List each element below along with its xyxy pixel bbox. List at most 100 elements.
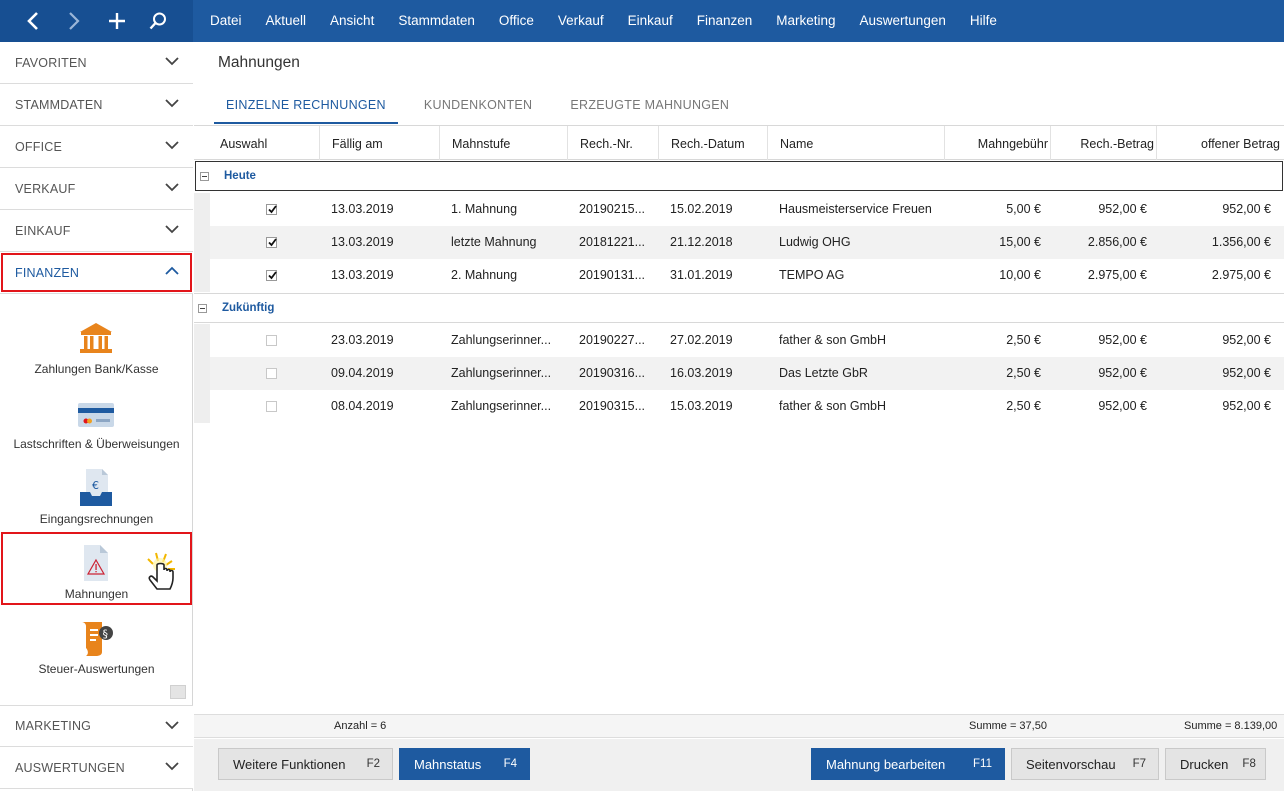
search-button[interactable] [138,0,178,42]
drucken-button[interactable]: Drucken F8 [1165,748,1266,780]
menu-stammdaten[interactable]: Stammdaten [386,0,487,42]
tax-scroll-icon: § [82,622,113,656]
row-checkbox[interactable] [266,270,277,281]
sidebar-section-auswertungen[interactable]: AUSWERTUNGEN [0,747,193,789]
menu-datei[interactable]: Datei [198,0,254,42]
row-count: Anzahl = 6 [334,720,387,732]
column-offener-betrag[interactable]: offener Betrag [1157,126,1284,160]
row-gutter [194,324,210,423]
back-arrow-icon [27,12,38,30]
cell-rech-nr: 20190315... [579,399,646,413]
chevron-down-icon [165,762,179,771]
sidebar-item-zahlungen[interactable]: Zahlungen Bank/Kasse [0,316,193,388]
table-row[interactable]: 09.04.2019 Zahlungserinner... 20190316..… [210,357,1284,390]
cell-rech-datum: 31.01.2019 [670,268,733,282]
menu-finanzen[interactable]: Finanzen [685,0,765,42]
sidebar-section-office[interactable]: OFFICE [0,126,193,168]
cell-name: Ludwig OHG [779,235,851,249]
section-label: MARKETING [15,719,92,733]
cell-faellig: 13.03.2019 [331,202,394,216]
row-checkbox[interactable] [266,401,277,412]
sidebar-item-steuer[interactable]: § Steuer-Auswertungen [0,616,193,688]
menu-marketing[interactable]: Marketing [764,0,847,42]
mahnstatus-button[interactable]: Mahnstatus F4 [399,748,530,780]
column-rech-nr[interactable]: Rech.-Nr. [568,126,659,160]
button-label: Weitere Funktionen [233,756,346,772]
sidebar-item-mahnungen[interactable]: Mahnungen [0,541,193,613]
sidebar-item-eingangsrechnungen[interactable]: € Eingangsrechnungen [0,466,193,538]
collapse-toggle[interactable] [198,304,207,313]
sidebar-section-finanzen[interactable]: FINANZEN [0,252,193,294]
scroll-handle[interactable] [170,685,186,699]
cell-mahngebuehr: 10,00 € [999,268,1041,282]
column-rech-betrag[interactable]: Rech.-Betrag [1051,126,1157,160]
sidebar-section-favoriten[interactable]: FAVORITEN [0,42,193,84]
tab-bar: EINZELNE RECHNUNGEN KUNDENKONTEN ERZEUGT… [214,94,755,124]
menu-verkauf[interactable]: Verkauf [546,0,616,42]
menu-einkauf[interactable]: Einkauf [616,0,685,42]
row-checkbox[interactable] [266,237,277,248]
table-header: Auswahl Fällig am Mahnstufe Rech.-Nr. Re… [194,126,1284,160]
section-label: FINANZEN [15,265,80,280]
row-checkbox[interactable] [266,204,277,215]
sidebar-item-lastschriften[interactable]: Lastschriften & Überweisungen [0,391,193,463]
mahnung-bearbeiten-button[interactable]: Mahnung bearbeiten F11 [811,748,1005,780]
sidebar-section-verkauf[interactable]: VERKAUF [0,168,193,210]
column-mahngebuehr[interactable]: Mahngebühr [945,126,1051,160]
menu-office[interactable]: Office [487,0,546,42]
collapse-toggle[interactable] [200,172,209,181]
nav-buttons [0,0,193,42]
checkmark-icon [268,238,277,247]
group-label: Heute [224,170,256,182]
sidebar-item-label: Eingangsrechnungen [39,512,154,526]
row-checkbox[interactable] [266,368,277,379]
sidebar-item-label: Zahlungen Bank/Kasse [34,362,159,376]
table-row[interactable]: 08.04.2019 Zahlungserinner... 20190315..… [210,390,1284,423]
cell-name: father & son GmbH [779,399,886,413]
row-gutter [194,193,210,292]
cell-faellig: 13.03.2019 [331,268,394,282]
main-panel: Mahnungen EINZELNE RECHNUNGEN KUNDENKONT… [194,42,1284,791]
svg-text:§: § [103,628,109,641]
section-label: OFFICE [15,139,63,154]
search-icon [149,12,166,30]
button-label: Mahnstatus [414,756,482,772]
cell-offener-betrag: 2.975,00 € [1211,268,1271,282]
weitere-funktionen-button[interactable]: Weitere Funktionen F2 [218,748,393,780]
table-row[interactable]: 13.03.2019 1. Mahnung 20190215... 15.02.… [210,193,1284,226]
table-row[interactable]: 13.03.2019 letzte Mahnung 20181221... 21… [210,226,1284,259]
cell-rech-betrag: 2.975,00 € [1087,268,1147,282]
group-zukuenftig[interactable]: Zukünftig [194,293,1284,323]
sidebar-section-stammdaten[interactable]: STAMMDATEN [0,84,193,126]
group-heute[interactable]: Heute [195,161,1283,191]
column-faellig[interactable]: Fällig am [320,126,440,160]
tab-kundenkonten[interactable]: KUNDENKONTEN [412,94,544,124]
menu-ansicht[interactable]: Ansicht [318,0,386,42]
shortcut-key: F8 [1242,758,1256,770]
menu-aktuell[interactable]: Aktuell [254,0,319,42]
sidebar-section-marketing[interactable]: MARKETING [0,705,193,747]
row-checkbox[interactable] [266,335,277,346]
column-name[interactable]: Name [768,126,945,160]
tab-erzeugte-mahnungen[interactable]: ERZEUGTE MAHNUNGEN [558,94,741,124]
column-mahnstufe[interactable]: Mahnstufe [440,126,568,160]
column-auswahl[interactable]: Auswahl [194,126,320,160]
seitenvorschau-button[interactable]: Seitenvorschau F7 [1011,748,1159,780]
back-button[interactable] [13,0,53,42]
cell-name: Das Letzte GbR [779,366,868,380]
column-rech-datum[interactable]: Rech.-Datum [659,126,768,160]
cell-faellig: 13.03.2019 [331,235,394,249]
new-button[interactable] [97,0,137,42]
table-row[interactable]: 13.03.2019 2. Mahnung 20190131... 31.01.… [210,259,1284,292]
sidebar-section-einkauf[interactable]: EINKAUF [0,210,193,252]
table-row[interactable]: 23.03.2019 Zahlungserinner... 20190227..… [210,324,1284,357]
cell-mahnstufe: Zahlungserinner... [451,399,552,413]
forward-button[interactable] [54,0,94,42]
section-label: FAVORITEN [15,55,87,70]
sidebar-item-label: Lastschriften & Überweisungen [13,437,180,451]
cell-offener-betrag: 952,00 € [1222,366,1271,380]
menu-hilfe[interactable]: Hilfe [958,0,1009,42]
tab-einzelne-rechnungen[interactable]: EINZELNE RECHNUNGEN [214,94,398,124]
forward-arrow-icon [69,12,80,30]
menu-auswertungen[interactable]: Auswertungen [848,0,958,42]
